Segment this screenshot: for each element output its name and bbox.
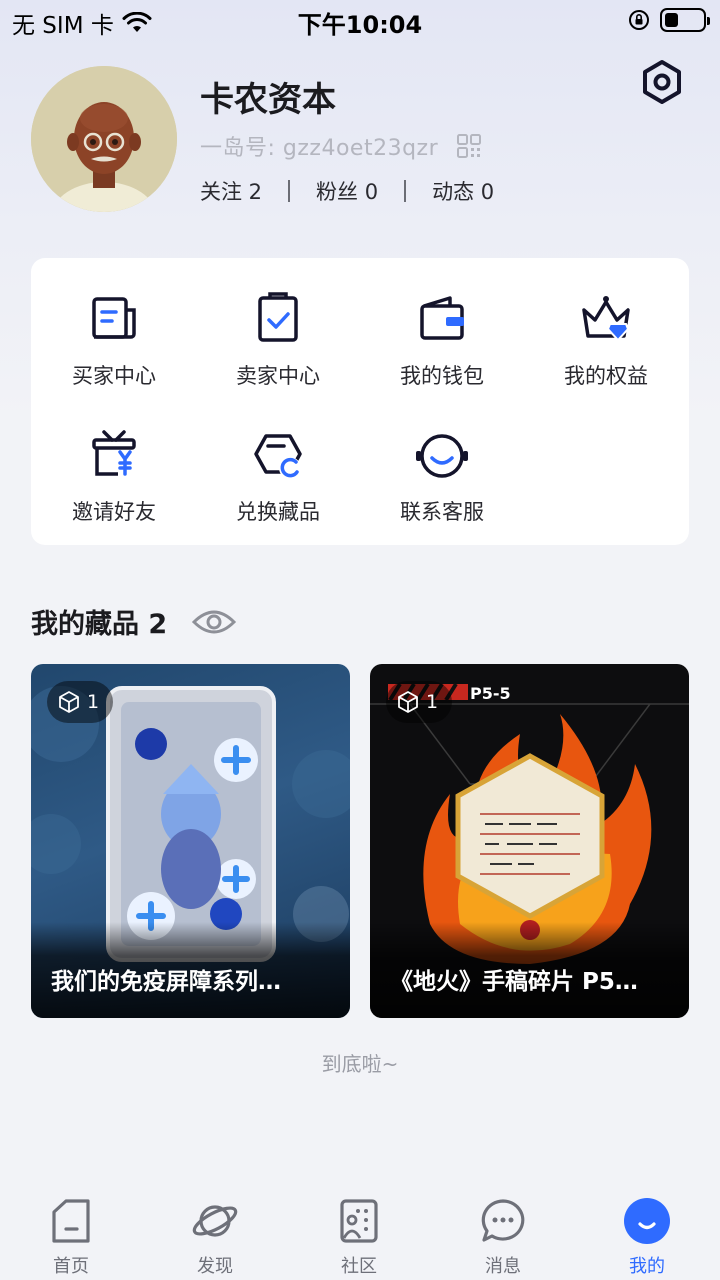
tab-community[interactable]: 社区: [309, 1196, 409, 1278]
status-bar: 无 SIM 卡 下午10:04: [0, 0, 720, 40]
tab-label: 首页: [53, 1256, 89, 1277]
divider: [288, 180, 291, 202]
gift-icon: [92, 430, 136, 476]
message-icon: [481, 1199, 525, 1242]
status-time: 下午10:04: [297, 11, 423, 39]
collectible-title: 我们的免疫屏障系列…: [51, 969, 281, 995]
menu-seller-center[interactable]: 卖家中心: [196, 288, 360, 408]
eye-icon[interactable]: [191, 607, 237, 637]
battery-level: [665, 13, 678, 27]
edition-badge: 1: [47, 681, 114, 723]
island-id-row[interactable]: 一岛号: gzz4oet23qzr: [200, 130, 482, 162]
cube-icon: [59, 691, 79, 713]
stat-followers[interactable]: 粉丝 0: [316, 176, 378, 206]
menu-wallet[interactable]: 我的钱包: [360, 288, 524, 408]
headset-icon: [416, 434, 468, 478]
status-right: [628, 8, 710, 32]
tab-home[interactable]: 首页: [21, 1196, 121, 1278]
username: 卡农资本: [200, 80, 336, 120]
menu-label: 兑换藏品: [236, 500, 320, 524]
tab-discover[interactable]: 发现: [165, 1196, 265, 1278]
tab-bar: 首页 发现 社区 消息 我的: [0, 1180, 720, 1280]
community-icon: [340, 1199, 378, 1243]
cube-icon: [398, 691, 418, 713]
divider: [404, 180, 407, 202]
qr-code-icon[interactable]: [456, 133, 482, 159]
collectible-card[interactable]: 1 P5-5 《地火》手稿碎片 P5…: [370, 664, 689, 1018]
home-icon: [52, 1199, 90, 1243]
crown-icon: [582, 296, 630, 342]
exchange-icon: [254, 434, 302, 479]
menu-invite-friends[interactable]: 邀请好友: [32, 424, 196, 544]
settings-button[interactable]: [638, 58, 686, 106]
avatar[interactable]: [31, 66, 177, 212]
settings-hexagon-icon: [643, 60, 681, 104]
menu-label: 卖家中心: [236, 364, 320, 388]
fragment-tag: P5-5: [470, 684, 511, 703]
tab-label: 我的: [629, 1256, 665, 1277]
menu-label: 我的钱包: [400, 364, 484, 388]
stat-following[interactable]: 关注 2: [200, 176, 262, 206]
tab-profile[interactable]: 我的: [597, 1196, 697, 1278]
menu-label: 买家中心: [72, 364, 156, 388]
menu-label: 我的权益: [564, 364, 648, 388]
stat-posts[interactable]: 动态 0: [432, 176, 494, 206]
edition-count: 1: [87, 691, 100, 713]
planet-icon: [192, 1205, 238, 1237]
menu-buyer-center[interactable]: 买家中心: [32, 288, 196, 408]
profile-icon: [624, 1198, 670, 1244]
seller-center-icon: [258, 292, 298, 342]
collectible-card[interactable]: 1 我们的免疫屏障系列…: [31, 664, 350, 1018]
profile-stats: 关注 2 粉丝 0 动态 0: [200, 176, 494, 206]
edition-badge: 1: [386, 681, 453, 723]
menu-label: 联系客服: [400, 500, 484, 524]
tab-messages[interactable]: 消息: [453, 1196, 553, 1278]
battery-icon: [660, 8, 710, 32]
collection-title: 我的藏品 2: [31, 609, 168, 640]
avatar-image: [31, 66, 177, 212]
edition-count: 1: [426, 691, 439, 713]
menu-benefits[interactable]: 我的权益: [524, 288, 688, 408]
tab-label: 社区: [341, 1256, 377, 1277]
collection-header: 我的藏品 2: [31, 602, 237, 641]
buyer-center-icon: [92, 297, 136, 339]
island-id: 一岛号: gzz4oet23qzr: [200, 136, 439, 161]
menu-customer-service[interactable]: 联系客服: [360, 424, 524, 544]
menu-exchange-collectible[interactable]: 兑换藏品: [196, 424, 360, 544]
tab-label: 消息: [485, 1256, 521, 1277]
tab-label: 发现: [197, 1256, 233, 1277]
menu-card: 买家中心 卖家中心 我的钱包 我的权益 邀请好友 兑换藏品 联系客服: [31, 258, 689, 545]
wallet-icon: [420, 296, 464, 340]
rotation-lock-icon: [629, 10, 649, 30]
menu-label: 邀请好友: [72, 500, 156, 524]
list-end-text: 到底啦~: [321, 1052, 399, 1076]
collectible-title: 《地火》手稿碎片 P5…: [390, 969, 638, 995]
